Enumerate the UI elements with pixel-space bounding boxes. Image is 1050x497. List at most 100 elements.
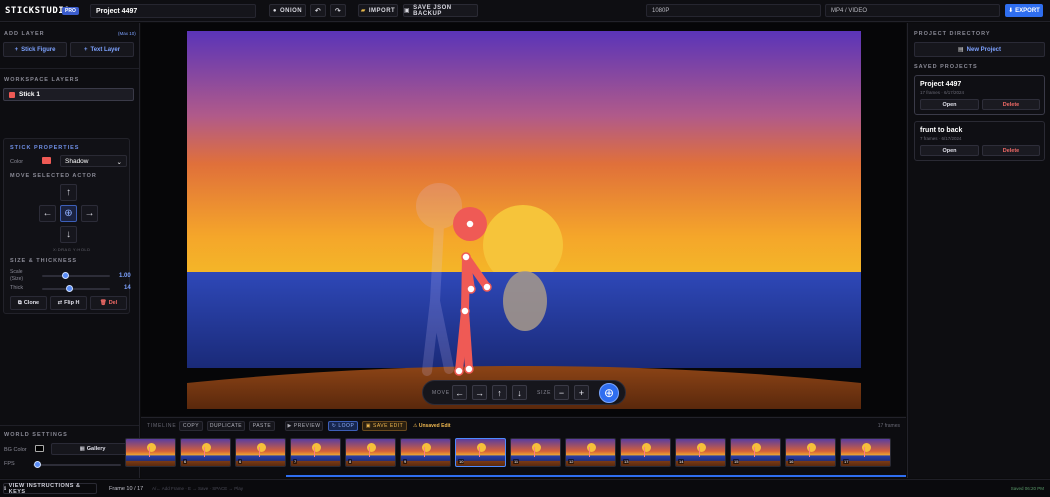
file-icon: ▤	[957, 47, 964, 53]
undo-button[interactable]: ↶	[310, 4, 326, 17]
project-card-meta: 7 frames · 6/17/2024	[920, 136, 962, 141]
redo-button[interactable]: ↷	[330, 4, 346, 17]
frame-thumbnail[interactable]: 14	[675, 438, 726, 467]
clone-button[interactable]: ⧉ Clone	[10, 296, 47, 310]
frame-sun	[641, 443, 651, 453]
move-right-button[interactable]: →	[81, 205, 98, 222]
import-button[interactable]: ▰ IMPORT	[358, 4, 398, 17]
move-center-button[interactable]: ⊕	[60, 205, 77, 222]
frame-thumbnail[interactable]: 6	[180, 438, 231, 467]
shortcut-hints: A/← Add Frame · E → Save · SPACE → Play	[152, 486, 243, 491]
move-down-button[interactable]: ↓	[60, 226, 77, 243]
add-text-layer-button[interactable]: + Text Layer	[70, 42, 134, 57]
move-up-button[interactable]: ↑	[60, 184, 77, 201]
color-picker[interactable]	[42, 157, 51, 164]
thick-slider-thumb[interactable]	[65, 285, 73, 292]
save-json-button[interactable]: ▣ SAVE JSON BACKUP	[403, 4, 478, 17]
saved-status: Saved 06:20 PM	[1010, 486, 1044, 491]
timeline-scrollbar[interactable]	[286, 475, 906, 477]
project-card[interactable]: frunt to back 7 frames · 6/17/2024 Open …	[914, 121, 1045, 161]
frame-thumbnail[interactable]: 13	[620, 438, 671, 467]
right-panel: PROJECT DIRECTORY ▤ New Project SAVED PR…	[907, 23, 1050, 478]
frame-thumbnail[interactable]: 8	[345, 438, 396, 467]
frame-number: 12	[568, 459, 575, 464]
scale-slider-track	[42, 275, 110, 277]
chevron-down-icon: ⌄	[116, 159, 122, 166]
stage-toolbar: MOVE ← → ↑ ↓ SIZE − + ⊕	[422, 380, 626, 405]
onion-button[interactable]: ● ONION	[269, 4, 306, 17]
project-card-name: Project 4497	[920, 81, 962, 88]
move-label: MOVE	[432, 390, 450, 396]
resolution-select[interactable]: 1080P	[646, 4, 821, 17]
paste-frame-button[interactable]: PASTE	[249, 421, 275, 431]
project-card[interactable]: Project 4497 17 frames · 6/17/2024 Open …	[914, 75, 1045, 115]
delete-project-button[interactable]: Delete	[982, 99, 1040, 110]
save-edit-button[interactable]: ▣ SAVE EDIT	[362, 421, 407, 431]
frame-thumbnail[interactable]: 7	[290, 438, 341, 467]
export-button[interactable]: ⬇ EXPORT	[1005, 4, 1043, 17]
project-name-input[interactable]: Project 4497	[90, 4, 256, 18]
frame-stick	[149, 447, 151, 458]
open-project-button[interactable]: Open	[920, 99, 979, 110]
frame-thumbnail[interactable]: 12	[565, 438, 616, 467]
bottom-bar: ℹ VIEW INSTRUCTIONS & KEYS Frame 10 / 17 …	[0, 479, 1050, 497]
info-icon: ℹ	[4, 485, 7, 492]
top-bar: STICKSTUDIO PRO Project 4497 ● ONION ↶ ↷…	[0, 0, 1050, 22]
play-icon: ▶	[287, 423, 292, 429]
copy-frame-button[interactable]: COPY	[179, 421, 203, 431]
bg-color-picker[interactable]	[35, 445, 44, 452]
size-decrease-button[interactable]: −	[554, 385, 569, 400]
redo-icon: ↷	[334, 7, 342, 15]
frame-thumbnail[interactable]: 9	[400, 438, 451, 467]
frame-stick	[314, 447, 316, 458]
clone-icon: ⧉	[17, 299, 22, 306]
size-thickness-title: SIZE & THICKNESS	[10, 258, 78, 264]
stage-move-down-button[interactable]: ↓	[512, 385, 527, 400]
flip-button[interactable]: ⇄ Flip H	[50, 296, 87, 310]
onion-icon: ●	[272, 7, 277, 14]
saved-projects-title: SAVED PROJECTS	[914, 64, 978, 70]
format-select[interactable]: MP4 / VIDEO	[825, 4, 1000, 17]
frame-sun	[806, 443, 816, 453]
frame-thumbnail[interactable]: 17	[840, 438, 891, 467]
size-increase-button[interactable]: +	[574, 385, 589, 400]
preview-button[interactable]: ▶ PREVIEW	[285, 421, 323, 431]
frame-thumbnail[interactable]: 10	[455, 438, 506, 467]
frame-number: 6	[238, 459, 243, 464]
animation-stage[interactable]	[187, 31, 861, 409]
arrow-right-icon: →	[84, 208, 95, 219]
stage-move-right-button[interactable]: →	[472, 385, 487, 400]
image-icon: ▦	[79, 446, 85, 452]
stage-move-left-button[interactable]: ←	[452, 385, 467, 400]
frame-thumbnail[interactable]: 6	[235, 438, 286, 467]
frame-thumbnail[interactable]: 11	[510, 438, 561, 467]
move-actor-title: MOVE SELECTED ACTOR	[10, 173, 97, 179]
frame-number: 11	[513, 459, 520, 464]
move-hint: X:DRAG Y:HOLD	[53, 247, 91, 252]
center-crosshair-button[interactable]: ⊕	[599, 383, 619, 403]
view-instructions-button[interactable]: ℹ VIEW INSTRUCTIONS & KEYS	[3, 483, 97, 495]
timeline-label: TIMELINE	[147, 423, 177, 429]
fps-slider-thumb[interactable]	[33, 461, 41, 468]
gallery-button[interactable]: ▦ Gallery	[51, 443, 134, 455]
frame-thumbnail[interactable]: 15	[730, 438, 781, 467]
download-icon: ⬇	[1008, 8, 1014, 14]
scale-slider-thumb[interactable]	[62, 272, 70, 279]
shadow-select[interactable]: Shadow ⌄	[60, 155, 127, 167]
stage-move-up-button[interactable]: ↑	[492, 385, 507, 400]
move-left-button[interactable]: ←	[39, 205, 56, 222]
open-project-button[interactable]: Open	[920, 145, 979, 156]
add-stick-figure-button[interactable]: + Stick Figure	[3, 42, 67, 57]
frame-sun	[421, 443, 431, 453]
delete-actor-button[interactable]: 🗑 Del	[90, 296, 127, 310]
new-project-button[interactable]: ▤ New Project	[914, 42, 1045, 57]
loop-toggle[interactable]: ↻ LOOP	[328, 421, 358, 431]
frame-thumbnail[interactable]	[125, 438, 176, 467]
frame-stick	[204, 447, 206, 458]
delete-project-button[interactable]: Delete	[982, 145, 1040, 156]
frame-number: 14	[678, 459, 685, 464]
trash-icon: 🗑	[99, 300, 107, 306]
layer-item-stick-1[interactable]: Stick 1	[3, 88, 134, 101]
duplicate-frame-button[interactable]: DUPLICATE	[207, 421, 245, 431]
frame-thumbnail[interactable]: 16	[785, 438, 836, 467]
